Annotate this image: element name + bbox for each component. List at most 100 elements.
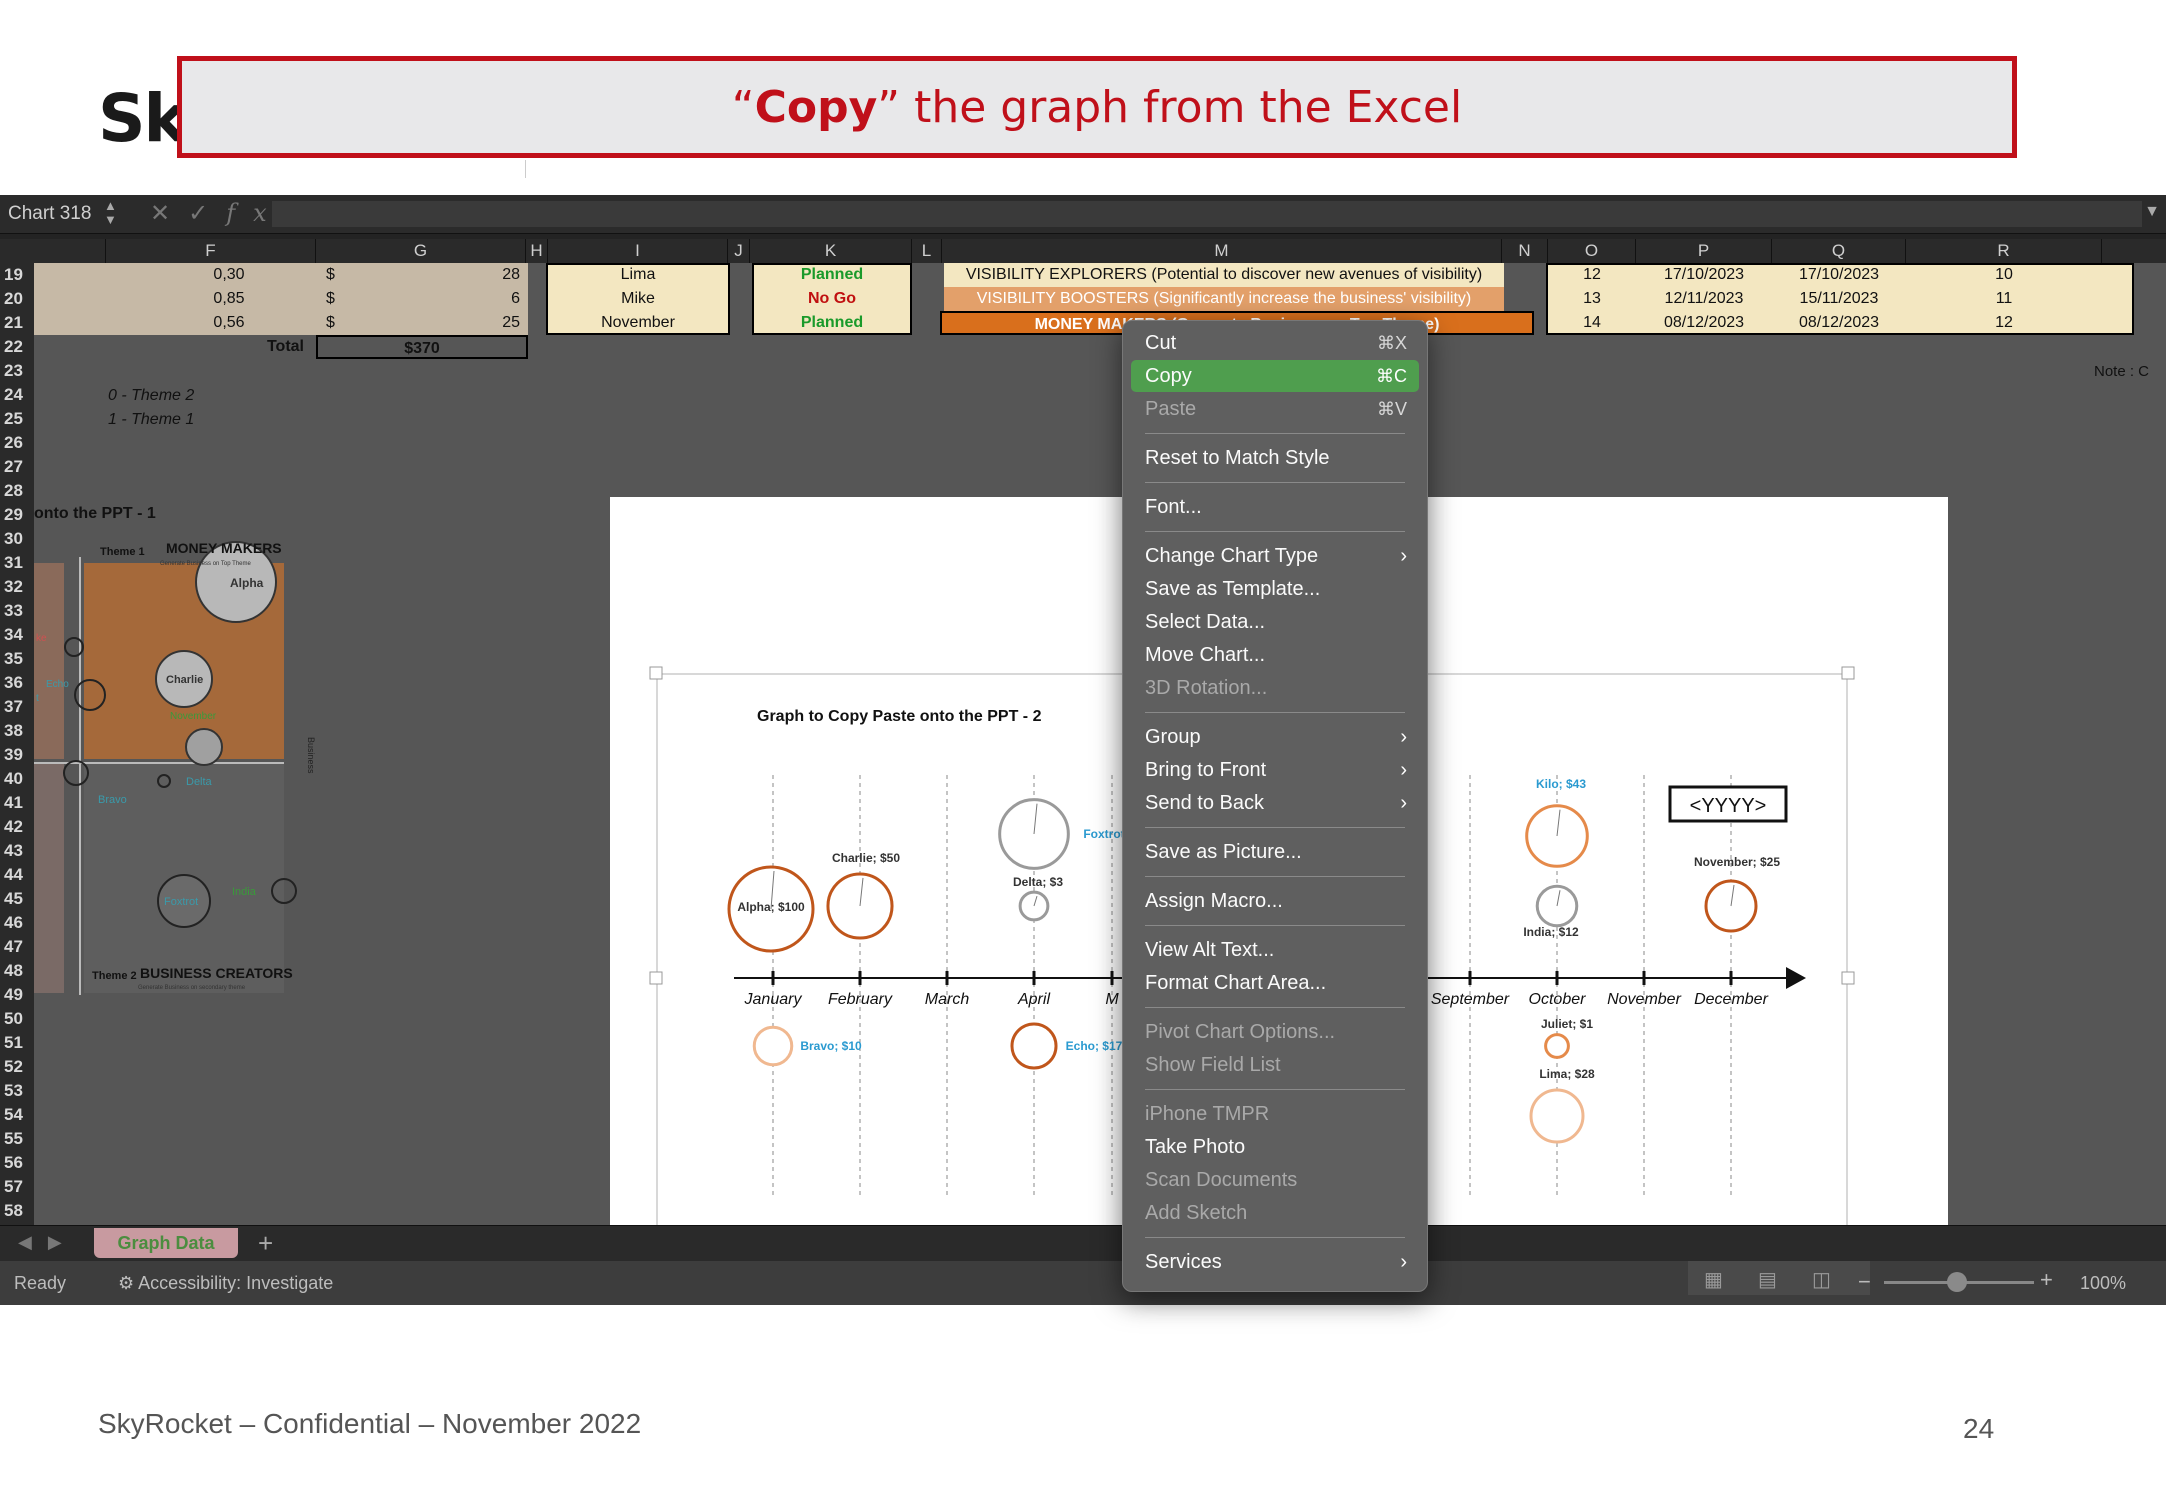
menu-item-format-chart-area[interactable]: Format Chart Area...	[1123, 967, 1427, 999]
table-cell[interactable]: $	[326, 287, 346, 311]
column-header[interactable]: M	[942, 239, 1502, 263]
row-header[interactable]: 39	[0, 743, 34, 767]
column-header[interactable]: O	[1548, 239, 1636, 263]
table-cell[interactable]: 13	[1548, 287, 1636, 311]
page-layout-icon[interactable]: ▤	[1758, 1267, 1777, 1292]
column-header[interactable]: R	[1906, 239, 2102, 263]
table-cell[interactable]: 28	[464, 263, 520, 287]
row-header[interactable]: 54	[0, 1103, 34, 1127]
row-header[interactable]: 52	[0, 1055, 34, 1079]
table-cell[interactable]: November	[548, 311, 728, 335]
zoom-level[interactable]: 100%	[2080, 1273, 2126, 1294]
menu-item-services[interactable]: Services ›	[1123, 1246, 1427, 1278]
table-cell[interactable]: 12	[1548, 263, 1636, 287]
menu-item-font[interactable]: Font...	[1123, 491, 1427, 523]
column-header[interactable]: P	[1636, 239, 1772, 263]
column-header[interactable]: I	[548, 239, 728, 263]
row-header[interactable]: 27	[0, 455, 34, 479]
row-header[interactable]: 48	[0, 959, 34, 983]
row-header[interactable]: 43	[0, 839, 34, 863]
row-header[interactable]: 30	[0, 527, 34, 551]
table-cell[interactable]: Mike	[548, 287, 728, 311]
add-sheet-icon[interactable]: +	[258, 1228, 273, 1259]
table-cell[interactable]: $	[326, 263, 346, 287]
row-header[interactable]: 41	[0, 791, 34, 815]
row-header[interactable]: 20	[0, 287, 34, 311]
column-header-blank[interactable]	[34, 239, 106, 263]
table-cell[interactable]: Planned	[754, 263, 910, 287]
row-header[interactable]: 40	[0, 767, 34, 791]
column-header[interactable]: K	[750, 239, 912, 263]
row-header[interactable]: 50	[0, 1007, 34, 1031]
table-cell[interactable]: $	[326, 311, 346, 335]
sheet-tab-graph-data[interactable]: Graph Data	[94, 1228, 238, 1258]
zoom-out-icon[interactable]: −	[1858, 1269, 1871, 1295]
row-header[interactable]: 24	[0, 383, 34, 407]
quadrant-chart[interactable]: Theme 1 MONEY MAKERS Generate Business o…	[34, 527, 354, 1027]
table-cell[interactable]: 15/11/2023	[1772, 287, 1906, 311]
row-header[interactable]: 42	[0, 815, 34, 839]
table-cell[interactable]: 6	[464, 287, 520, 311]
chevron-right-icon[interactable]: ▶	[48, 1232, 78, 1252]
column-header[interactable]: L	[912, 239, 942, 263]
row-header[interactable]: 31	[0, 551, 34, 575]
column-header[interactable]: N	[1502, 239, 1548, 263]
zoom-slider-thumb[interactable]	[1947, 1272, 1967, 1292]
column-header[interactable]: F	[106, 239, 316, 263]
page-break-icon[interactable]: ◫	[1812, 1267, 1831, 1292]
accessibility-status[interactable]: ⚙ Accessibility: Investigate	[118, 1273, 333, 1294]
table-cell[interactable]: 08/12/2023	[1772, 311, 1906, 335]
row-header[interactable]: 46	[0, 911, 34, 935]
menu-item-copy[interactable]: Copy ⌘C	[1131, 360, 1419, 392]
row-header[interactable]: 35	[0, 647, 34, 671]
menu-item-move-chart[interactable]: Move Chart...	[1123, 639, 1427, 671]
name-box-stepper-icon[interactable]: ▲ ▼	[104, 199, 117, 227]
row-header[interactable]: 33	[0, 599, 34, 623]
row-header[interactable]: 38	[0, 719, 34, 743]
row-header[interactable]: 47	[0, 935, 34, 959]
table-cell[interactable]: 17/10/2023	[1636, 263, 1772, 287]
column-header[interactable]: H	[526, 239, 548, 263]
row-header[interactable]: 55	[0, 1127, 34, 1151]
total-value[interactable]: $370	[316, 335, 528, 359]
row-header[interactable]: 23	[0, 359, 34, 383]
table-cell[interactable]: No Go	[754, 287, 910, 311]
menu-item-assign-macro[interactable]: Assign Macro...	[1123, 885, 1427, 917]
row-header[interactable]: 56	[0, 1151, 34, 1175]
row-header[interactable]: 53	[0, 1079, 34, 1103]
menu-item-save-as-picture[interactable]: Save as Picture...	[1123, 836, 1427, 868]
table-cell[interactable]: 12/11/2023	[1636, 287, 1772, 311]
row-header[interactable]: 25	[0, 407, 34, 431]
menu-item-save-as-template[interactable]: Save as Template...	[1123, 573, 1427, 605]
table-cell[interactable]: 11	[1906, 287, 2102, 311]
row-header[interactable]: 44	[0, 863, 34, 887]
row-header[interactable]: 58	[0, 1199, 34, 1223]
cancel-icon[interactable]: ✕	[150, 200, 188, 227]
menu-item-view-alt-text[interactable]: View Alt Text...	[1123, 934, 1427, 966]
table-cell[interactable]: VISIBILITY BOOSTERS (Significantly incre…	[944, 287, 1504, 311]
table-cell[interactable]: 10	[1906, 263, 2102, 287]
menu-item-select-data[interactable]: Select Data...	[1123, 606, 1427, 638]
row-header[interactable]: 45	[0, 887, 34, 911]
row-header[interactable]: 37	[0, 695, 34, 719]
row-header[interactable]: 57	[0, 1175, 34, 1199]
menu-item-send-to-back[interactable]: Send to Back ›	[1123, 787, 1427, 819]
column-header[interactable]: J	[728, 239, 750, 263]
menu-item-reset-to-match-style[interactable]: Reset to Match Style	[1123, 442, 1427, 474]
zoom-in-icon[interactable]: +	[2040, 1267, 2053, 1293]
row-header[interactable]: 26	[0, 431, 34, 455]
row-header[interactable]: 49	[0, 983, 34, 1007]
table-cell[interactable]: 0,85	[184, 287, 274, 311]
row-header[interactable]: 32	[0, 575, 34, 599]
table-cell[interactable]: 17/10/2023	[1772, 263, 1906, 287]
table-cell[interactable]: 25	[464, 311, 520, 335]
table-cell[interactable]: 12	[1906, 311, 2102, 335]
table-cell[interactable]: VISIBILITY EXPLORERS (Potential to disco…	[944, 263, 1504, 287]
normal-view-icon[interactable]: ▦	[1704, 1267, 1723, 1292]
menu-item-cut[interactable]: Cut ⌘X	[1123, 327, 1427, 359]
column-header[interactable]: G	[316, 239, 526, 263]
table-cell[interactable]: 08/12/2023	[1636, 311, 1772, 335]
row-header[interactable]: 19	[0, 263, 34, 287]
row-header[interactable]: 22	[0, 335, 34, 359]
row-header[interactable]: 36	[0, 671, 34, 695]
